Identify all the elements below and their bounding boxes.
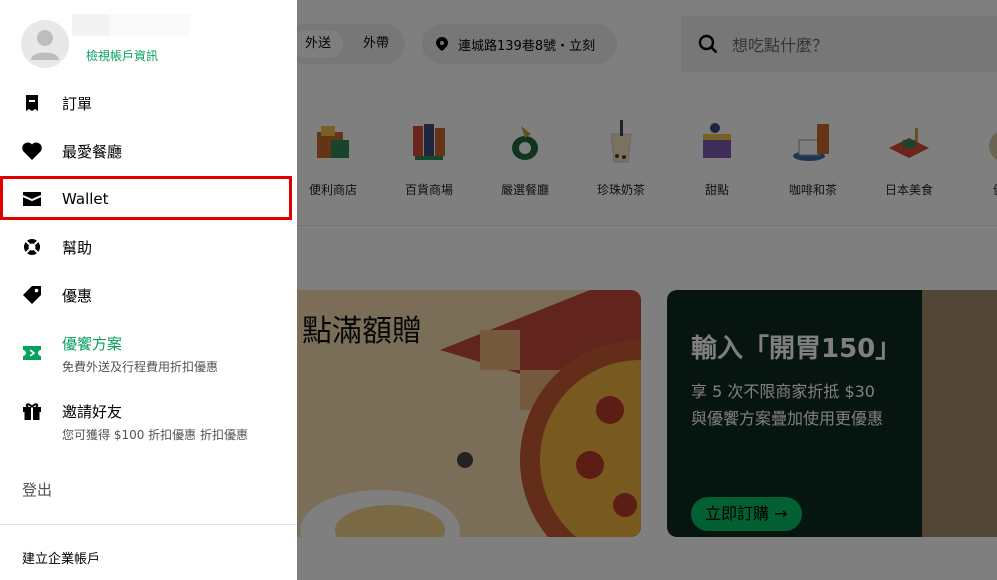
menu-item-label: 訂單 [62,94,93,113]
menu-item-eats-pass[interactable]: 優饗方案 免費外送及行程費用折扣優惠 [0,333,297,375]
lifebuoy-icon [22,237,42,257]
user-icon [31,30,59,60]
menu-item-label: 優惠 [62,286,93,305]
menu-item-label: 邀請好友 [62,403,123,421]
divider [0,524,297,525]
avatar[interactable] [21,20,69,68]
menu-item-label: 幫助 [62,238,93,257]
user-name-redacted [110,14,190,36]
menu-item-help[interactable]: 幫助 [0,236,297,258]
view-account-link[interactable]: 檢視帳戶資訊 [86,47,158,64]
menu-item-orders[interactable]: 訂單 [0,92,297,114]
receipt-icon [22,93,42,113]
menu-item-label: 優饗方案 [62,335,123,353]
menu-item-promotions[interactable]: 優惠 [0,284,297,306]
menu-item-subtext: 免費外送及行程費用折扣優惠 [62,360,219,374]
menu-item-label: 最愛餐廳 [62,142,123,161]
heart-icon [22,141,42,161]
logout-link[interactable]: 登出 [22,479,52,500]
ticket-icon [22,343,42,363]
user-name-redacted [72,14,110,36]
menu-item-invite-friends[interactable]: 邀請好友 您可獲得 $100 折扣優惠 折扣優惠 [0,401,297,443]
tag-icon [22,285,42,305]
wallet-highlight-box [0,176,292,220]
side-menu-drawer: 檢視帳戶資訊 訂單 最愛餐廳 Wallet 幫助 優惠 優饗方案 免費外送及行程… [0,0,297,580]
menu-item-subtext: 您可獲得 $100 折扣優惠 折扣優惠 [62,428,248,442]
create-business-account-link[interactable]: 建立企業帳戶 [22,548,100,567]
gift-icon [22,401,42,421]
menu-item-favorites[interactable]: 最愛餐廳 [0,140,297,162]
